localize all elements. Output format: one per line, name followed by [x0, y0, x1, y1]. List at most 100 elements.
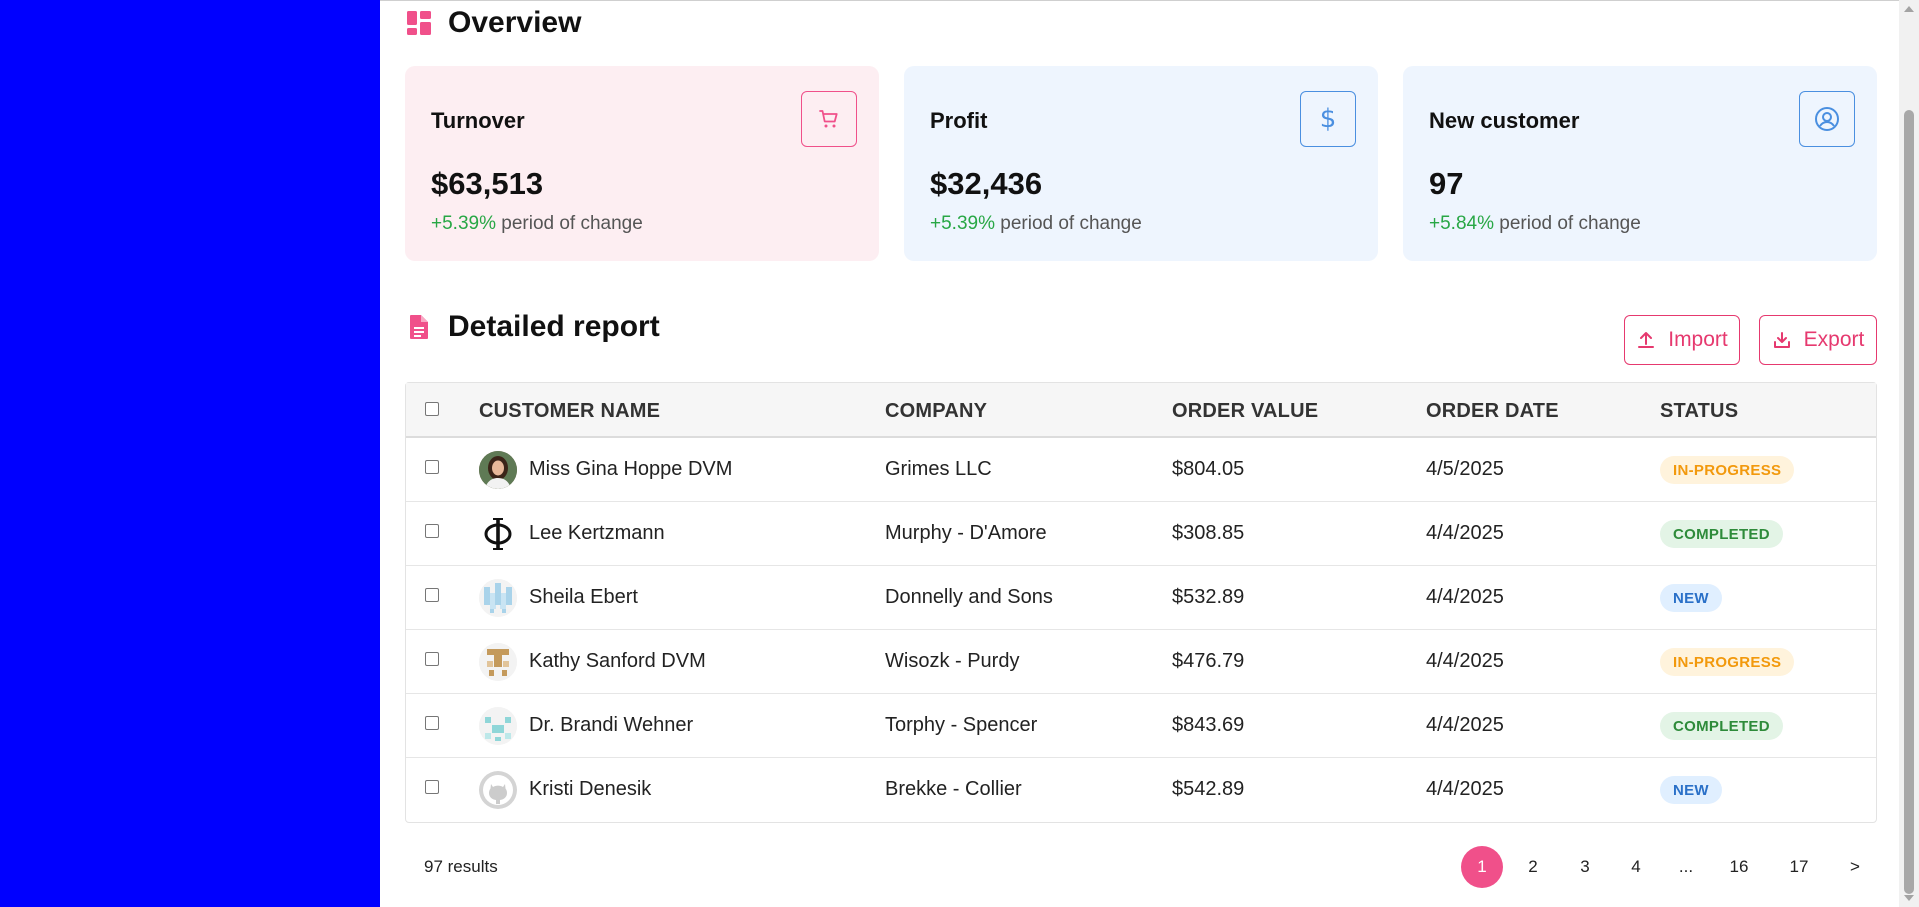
order-value: $476.79	[1172, 650, 1245, 672]
download-icon	[1773, 332, 1790, 348]
column-header-status[interactable]: STATUS	[1660, 400, 1738, 423]
page-ellipsis: ...	[1678, 857, 1694, 876]
column-header-order-value[interactable]: ORDER VALUE	[1172, 400, 1318, 423]
order-date: 4/4/2025	[1426, 650, 1504, 672]
table-row[interactable]: Kathy Sanford DVM Wisozk - Purdy $476.79…	[406, 630, 1876, 694]
scroll-down-arrow-icon[interactable]	[1904, 895, 1914, 901]
change-text: period of change	[1499, 213, 1641, 234]
import-button[interactable]: Import	[1624, 315, 1740, 365]
select-all-checkbox[interactable]	[425, 402, 439, 416]
export-label: Export	[1803, 328, 1865, 351]
row-checkbox[interactable]	[425, 460, 439, 474]
avatar-photo-icon	[479, 451, 517, 489]
order-value: $542.89	[1172, 778, 1245, 800]
status-badge: IN-PROGRESS	[1660, 648, 1795, 676]
card-title: Turnover	[431, 108, 525, 133]
avatar	[479, 643, 517, 681]
next-page-button[interactable]: >	[1834, 846, 1876, 888]
customer-name: Miss Gina Hoppe DVM	[529, 458, 733, 480]
table-row[interactable]: Dr. Brandi Wehner Torphy - Spencer $843.…	[406, 694, 1876, 758]
column-header-customer[interactable]: CUSTOMER NAME	[479, 400, 660, 423]
order-date: 4/5/2025	[1426, 458, 1504, 480]
card-value: 97	[1429, 166, 1464, 201]
order-date: 4/4/2025	[1426, 586, 1504, 608]
upload-icon	[1638, 332, 1655, 348]
card-title: Profit	[930, 108, 988, 133]
status-badge: IN-PROGRESS	[1660, 456, 1795, 484]
cart-icon	[819, 110, 838, 128]
page-1-button[interactable]: 1	[1461, 846, 1503, 888]
avatar	[479, 771, 517, 809]
order-value: $308.85	[1172, 522, 1245, 544]
dollar-icon: $	[1319, 104, 1337, 134]
row-checkbox[interactable]	[425, 524, 439, 538]
identicon-icon	[479, 643, 517, 681]
change-percent: +5.84%	[1429, 213, 1494, 234]
status-badge: COMPLETED	[1660, 520, 1783, 548]
card-title: New customer	[1429, 108, 1580, 133]
profit-card: Profit $32,436 +5.39% period of change $	[904, 66, 1378, 261]
table-row[interactable]: Sheila Ebert Donnelly and Sons $532.89 4…	[406, 566, 1876, 630]
export-button[interactable]: Export	[1759, 315, 1877, 365]
results-count: 97 results	[424, 857, 498, 876]
user-button[interactable]	[1799, 91, 1855, 147]
status-badge: COMPLETED	[1660, 712, 1783, 740]
page-2-button[interactable]: 2	[1512, 846, 1554, 888]
avatar	[479, 707, 517, 745]
change-percent: +5.39%	[930, 213, 995, 234]
company: Murphy - D'Amore	[885, 522, 1047, 544]
page-16-button[interactable]: 16	[1718, 846, 1760, 888]
column-header-company[interactable]: COMPANY	[885, 400, 987, 423]
sidebar	[0, 0, 380, 907]
table-row[interactable]: Miss Gina Hoppe DVM Grimes LLC $804.05 4…	[406, 438, 1876, 502]
scroll-thumb[interactable]	[1904, 110, 1914, 894]
card-change: +5.84% period of change	[1429, 213, 1641, 235]
identicon-icon	[479, 707, 517, 745]
scroll-up-arrow-icon[interactable]	[1904, 6, 1914, 12]
company: Brekke - Collier	[885, 778, 1022, 800]
avatar	[479, 451, 517, 489]
order-value: $532.89	[1172, 586, 1245, 608]
report-heading: Detailed report	[406, 310, 660, 344]
customer-name: Kathy Sanford DVM	[529, 650, 706, 672]
overview-heading: Overview	[406, 6, 581, 40]
document-icon	[410, 315, 428, 339]
card-value: $63,513	[431, 166, 544, 201]
avatar	[479, 579, 517, 617]
row-checkbox[interactable]	[425, 588, 439, 602]
page-4-button[interactable]: 4	[1615, 846, 1657, 888]
overview-title: Overview	[448, 6, 582, 39]
page-17-button[interactable]: 17	[1778, 846, 1820, 888]
customer-name: Dr. Brandi Wehner	[529, 714, 694, 736]
import-label: Import	[1668, 328, 1728, 351]
company: Torphy - Spencer	[885, 714, 1038, 736]
table-header: CUSTOMER NAME COMPANY ORDER VALUE ORDER …	[406, 383, 1876, 438]
order-date: 4/4/2025	[1426, 522, 1504, 544]
report-title: Detailed report	[448, 310, 660, 343]
row-checkbox[interactable]	[425, 716, 439, 730]
order-value: $843.69	[1172, 714, 1245, 736]
identicon-icon	[479, 579, 517, 617]
table-row[interactable]: Kristi Denesik Brekke - Collier $542.89 …	[406, 758, 1876, 822]
new-customer-card: New customer 97 +5.84% period of change	[1403, 66, 1877, 261]
customer-name: Kristi Denesik	[529, 778, 652, 800]
cart-button[interactable]	[801, 91, 857, 147]
column-header-order-date[interactable]: ORDER DATE	[1426, 400, 1559, 423]
dollar-button[interactable]: $	[1300, 91, 1356, 147]
avatar	[479, 515, 517, 553]
company: Grimes LLC	[885, 458, 992, 480]
dashboard-icon	[407, 11, 431, 35]
company: Donnelly and Sons	[885, 586, 1053, 608]
order-value: $804.05	[1172, 458, 1245, 480]
card-change: +5.39% period of change	[431, 213, 643, 235]
table-row[interactable]: Lee Kertzmann Murphy - D'Amore $308.85 4…	[406, 502, 1876, 566]
row-checkbox[interactable]	[425, 652, 439, 666]
row-checkbox[interactable]	[425, 780, 439, 794]
customer-name: Lee Kertzmann	[529, 522, 665, 544]
change-text: period of change	[501, 213, 643, 234]
scrollbar[interactable]	[1899, 0, 1919, 907]
page-3-button[interactable]: 3	[1564, 846, 1606, 888]
report-table: CUSTOMER NAME COMPANY ORDER VALUE ORDER …	[405, 382, 1877, 823]
phi-symbol-icon	[484, 518, 512, 550]
status-badge: NEW	[1660, 584, 1722, 612]
